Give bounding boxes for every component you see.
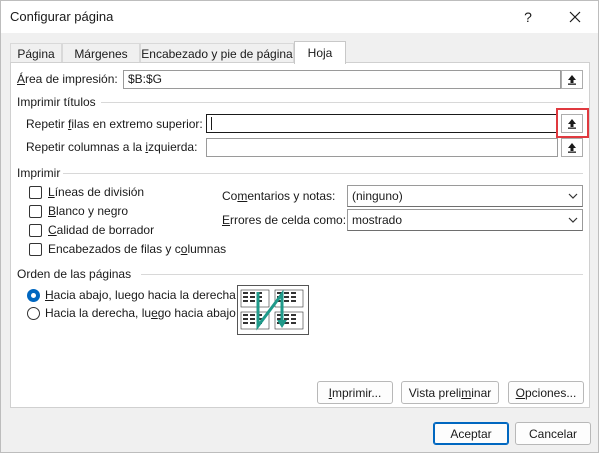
- repeat-rows-input[interactable]: [206, 114, 558, 133]
- cancel-button[interactable]: Cancelar: [515, 422, 591, 445]
- divider: [63, 173, 583, 174]
- down-then-over-label: Hacia abajo, luego hacia la derecha: [45, 288, 236, 302]
- draft-quality-label: Calidad de borrador: [48, 223, 155, 237]
- gridlines-label: Líneas de división: [48, 185, 145, 199]
- over-then-down-label: Hacia la derecha, luego hacia abajo: [45, 306, 236, 320]
- row-col-headings-checkbox[interactable]: Encabezados de filas y columnas: [29, 242, 226, 256]
- print-button[interactable]: Imprimir...: [317, 381, 393, 404]
- options-button[interactable]: Opciones...: [508, 381, 584, 404]
- divider: [101, 102, 583, 103]
- checkbox-box[interactable]: [29, 204, 42, 218]
- row-col-headings-label: Encabezados de filas y columnas: [48, 242, 227, 256]
- accept-button[interactable]: Aceptar: [433, 422, 509, 445]
- print-area-label: Área de impresión:: [17, 72, 118, 86]
- checkbox-box[interactable]: [29, 185, 42, 199]
- comments-select[interactable]: (ninguno): [347, 185, 583, 207]
- draft-quality-checkbox[interactable]: Calidad de borrador: [29, 223, 154, 237]
- radio-button[interactable]: [27, 306, 40, 320]
- tab-pagina[interactable]: Página: [10, 43, 62, 63]
- close-icon: [569, 11, 581, 23]
- page-order-diagram-icon: [240, 289, 304, 331]
- dialog-title: Configurar página: [10, 9, 114, 24]
- comments-label: Comentarios y notas:: [222, 189, 336, 203]
- cell-errors-label: Errores de celda como:: [222, 213, 347, 227]
- black-white-label: Blanco y negro: [48, 204, 129, 218]
- print-preview-button[interactable]: Vista preli m inar: [401, 381, 499, 404]
- page-order-preview: [237, 285, 309, 335]
- title-bar: Configurar página ?: [1, 1, 598, 33]
- tab-margenes[interactable]: Márgenes: [62, 43, 140, 63]
- print-area-input[interactable]: $B:$G: [123, 70, 561, 89]
- radio-button[interactable]: [27, 288, 40, 302]
- cell-errors-select-value: mostrado: [352, 213, 403, 227]
- repeat-rows-label: Repetir filas en extremo superior:: [26, 117, 203, 131]
- tab-hoja[interactable]: Hoja: [294, 41, 346, 64]
- checkbox-box[interactable]: [29, 223, 42, 237]
- over-then-down-radio[interactable]: Hacia la derecha, luego hacia abajo: [27, 306, 236, 320]
- collapse-dialog-icon: [568, 75, 576, 85]
- print-titles-heading: Imprimir títulos: [17, 95, 96, 109]
- checkbox-box[interactable]: [29, 242, 42, 256]
- chevron-down-icon: [568, 193, 578, 199]
- help-button[interactable]: ?: [509, 1, 547, 33]
- comments-select-value: (ninguno): [352, 189, 403, 203]
- gridlines-checkbox[interactable]: Líneas de división: [29, 185, 144, 199]
- repeat-columns-input[interactable]: [206, 138, 558, 157]
- close-button[interactable]: [556, 1, 594, 33]
- repeat-columns-collapse-button[interactable]: [561, 138, 583, 157]
- cell-errors-select[interactable]: mostrado: [347, 209, 583, 231]
- tab-encabezado-pie[interactable]: Encabezado y pie de página: [140, 43, 294, 63]
- down-then-over-radio[interactable]: Hacia abajo, luego hacia la derecha: [27, 288, 236, 302]
- divider: [141, 274, 583, 275]
- highlight-box: [556, 108, 589, 138]
- print-heading: Imprimir: [17, 166, 61, 180]
- page-order-heading: Orden de las páginas: [17, 267, 132, 281]
- repeat-columns-label: Repetir columnas a la izquierda:: [26, 140, 198, 154]
- page-setup-dialog: Configurar página ? Página Márgenes Enca…: [0, 0, 599, 453]
- sheet-tab-panel: Área de impresión: $B:$G Imprimir título…: [10, 62, 590, 408]
- chevron-down-icon: [568, 217, 578, 223]
- black-white-checkbox[interactable]: Blanco y negro: [29, 204, 128, 218]
- text-caret: [211, 117, 212, 130]
- print-area-collapse-button[interactable]: [561, 70, 583, 89]
- collapse-dialog-icon: [568, 143, 576, 153]
